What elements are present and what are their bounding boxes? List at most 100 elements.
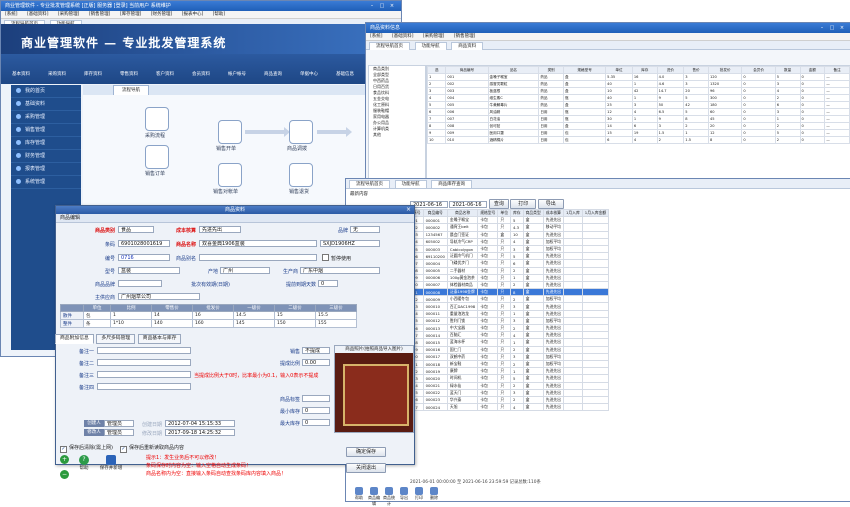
toolbar-info-button[interactable]: 基础信息 [329, 57, 361, 77]
flow-order-icon[interactable] [145, 145, 169, 169]
ratio-cell[interactable]: 1*10 [110, 319, 152, 328]
menu-sales[interactable]: [销售管理] [454, 34, 476, 39]
warn-days-input[interactable]: 0 [318, 280, 338, 287]
table-row[interactable]: 03 1234567 晨会门签证 卡包盒 10 盒先进先出 [410, 230, 610, 239]
supplier-select[interactable]: 广州烟草公司 [118, 293, 200, 300]
note1-input[interactable] [97, 347, 191, 354]
menu-help[interactable]: [帮助] [213, 12, 226, 17]
price-cell[interactable]: 14 [151, 311, 193, 320]
table-row[interactable]: 19 000016 国仁门 卡包只 2 盒先进先出 [410, 345, 610, 354]
table-row[interactable]: 07 000004 飞碟优步门 卡包只 6 盒先进先出 [410, 259, 610, 268]
toolbar-retail-button[interactable]: 零售资料 [113, 57, 145, 77]
column-header[interactable]: 库存 [510, 209, 524, 218]
brand-select[interactable]: 无 [350, 226, 380, 233]
table-row[interactable]: 9 009 医用口罩 日用包 15 19 1.5 1 12 0 5 0— [427, 129, 850, 137]
table-row[interactable]: 4 004 维生素C 药品瓶 40 1 9 5 300 0 2 0— [427, 94, 850, 102]
toolbar-query-button[interactable]: 商品查询 [257, 57, 289, 77]
column-header[interactable]: 1月入库 [562, 209, 583, 218]
minimize-icon[interactable]: – [817, 23, 827, 33]
table-row[interactable]: 3 003 板蓝根 药品盒 10 42 14.7 20 96 0 4 0— [427, 87, 850, 95]
table-row[interactable]: 09 000006 100g黄金泡茶 卡包只 1 盒先进先出 [410, 273, 610, 282]
barcode-input[interactable]: 6901028001619 [118, 240, 170, 247]
price-cell[interactable]: 16 [192, 311, 234, 320]
note2-input[interactable] [97, 359, 191, 366]
table-row[interactable]: 21 000018 新宝鞋 卡包只 2 盒加权平均 [410, 359, 610, 369]
tab-function-nav[interactable]: 功能导航 [394, 180, 427, 188]
label-input[interactable] [302, 395, 330, 402]
column-header[interactable]: 单位 [605, 66, 633, 74]
column-header[interactable]: 进价 [656, 66, 685, 74]
flow-transfer-icon[interactable] [289, 120, 313, 144]
column-header[interactable]: 会员价 [741, 66, 776, 74]
flow-return-icon[interactable] [289, 163, 313, 187]
subtab-extra[interactable]: 商品附加信息 [55, 334, 94, 344]
table-row[interactable]: 10 000007 体检器材商品 卡包只 2 盒先进先出 [410, 280, 610, 290]
price-cell[interactable]: 145 [233, 319, 275, 328]
model-input[interactable]: 盒装 [118, 267, 180, 274]
maximize-icon[interactable]: □ [827, 23, 837, 33]
toolbar-account-button[interactable]: 帐户帐号 [221, 57, 253, 77]
column-header[interactable]: 品名 [487, 66, 540, 74]
table-row[interactable]: 02 000002 通宵王belt 卡包只 4.3 盒移动平均 [410, 223, 610, 232]
confirm-save-button[interactable]: 确定保存 [346, 447, 386, 457]
table-row[interactable]: 8 008 创可贴 日用盒 14 6 3 2 20 0 2 0— [427, 122, 850, 130]
table-row[interactable]: 1 001 金嗓子喉宝 药品盒 5.35 16 4.0 3 120 0 5 0— [427, 73, 850, 81]
unit-cell[interactable]: 条 [83, 319, 111, 328]
column-header[interactable]: 成本核算 [542, 209, 564, 218]
column-header[interactable]: 1月入库金额 [581, 209, 610, 218]
column-header[interactable]: 选 [427, 66, 447, 74]
table-window-controls[interactable]: – □ × [817, 23, 847, 33]
table-row[interactable]: 14 000011 重量泡泡龙 卡包只 1 盒先进先出 [410, 309, 610, 318]
table-row[interactable]: 01 000001 金嗓子喉宝 卡包只 5 盒先进先出 [410, 216, 610, 225]
cost-select[interactable]: 先进先出 [199, 226, 241, 233]
tab-flow-home[interactable]: 流程导航首页 [369, 42, 410, 50]
table-row[interactable]: 27 000024 天旭 卡包只 4 盒先进先出 [410, 403, 610, 412]
origin-input[interactable]: 广州 [220, 267, 270, 274]
price-cell[interactable]: 160 [192, 319, 234, 328]
photo-panel[interactable]: 商品照片(拍照商品导入图片) [334, 345, 414, 433]
name-input[interactable]: 双喜金典1906盒装 [199, 240, 317, 247]
side-item-sales[interactable]: 销售管理 [11, 124, 81, 137]
flow-purchase-icon[interactable] [145, 107, 169, 131]
window-controls[interactable]: – □ × [367, 1, 397, 11]
tab-stock-query[interactable]: 商品库存查询 [431, 180, 473, 188]
table-row[interactable]: 16 000013 中大宝器 卡包只 2 盒先进先出 [410, 323, 610, 333]
table-row[interactable]: 7 007 白花油 日用瓶 30 1 9 8 45 0 1 0— [427, 115, 850, 123]
close-exit-button[interactable]: 关闭退出 [346, 463, 386, 473]
price-cell[interactable]: 15.5 [315, 311, 357, 320]
column-header[interactable]: 类别 [538, 66, 565, 74]
bottom-toolbar-button[interactable]: 帮助 [352, 487, 366, 501]
column-header[interactable]: 单位 [497, 209, 511, 218]
menu-system[interactable]: [系统] [5, 12, 18, 17]
ratio-cell[interactable]: 1 [110, 311, 152, 320]
column-header[interactable]: 数量 [774, 66, 801, 74]
column-header[interactable]: 商品名称 [446, 209, 479, 218]
table-row[interactable]: 05 000003 Cablcolygon 卡包只 3 盒加权平均 [410, 244, 610, 254]
table-row[interactable]: 06 69110200 泛圆冷气机门 卡包只 5 盒先进先出 [410, 252, 610, 261]
flow-sale-icon[interactable] [218, 120, 242, 144]
column-header[interactable]: 商品编号 [422, 209, 448, 218]
table-row[interactable]: 20 000017 双鹤中药 卡包只 3 盒加权平均 [410, 352, 610, 361]
maker-input[interactable]: 广东中烟 [300, 267, 380, 274]
side-item-home[interactable]: 我的首页 [11, 85, 81, 98]
bottom-toolbar-button[interactable]: 商品统计 [382, 487, 396, 507]
bottom-toolbar-button[interactable]: 导出 [397, 487, 411, 501]
max-stock-input[interactable]: 0 [302, 419, 330, 426]
save-clear-checkbox[interactable]: ✓ 保存后清除(需上网) [60, 444, 113, 453]
column-header[interactable]: 备注 [824, 66, 850, 74]
brand2-select[interactable] [118, 280, 162, 287]
min-stock-input[interactable]: 0 [302, 407, 330, 414]
table-row[interactable]: 12 000009 小西暖冬包 卡包只 2 盒加权平均 [410, 295, 610, 304]
side-item-basic[interactable]: 基础资料 [11, 98, 81, 111]
menu-purchase[interactable]: [采购管理] [58, 12, 80, 17]
side-item-stock[interactable]: 库存管理 [11, 137, 81, 150]
menu-system[interactable]: [系统] [370, 34, 383, 39]
table-row[interactable]: 22 000019 康牌 卡包只 1 盒先进先出 [410, 367, 610, 376]
table-row[interactable]: 17 000014 百脑汇 卡包只 4 盒先进先出 [410, 331, 610, 340]
sale-mode-select[interactable]: 不提成 [302, 347, 330, 354]
subtab-stock[interactable]: 商品基本与库存 [137, 334, 182, 344]
price-cell[interactable]: 150 [274, 319, 316, 328]
menu-finance[interactable]: [财务管理] [151, 12, 173, 17]
save-reload-checkbox[interactable]: ✓ 保存后重新读取商品内容 [120, 444, 184, 453]
close-icon[interactable]: × [837, 23, 847, 33]
